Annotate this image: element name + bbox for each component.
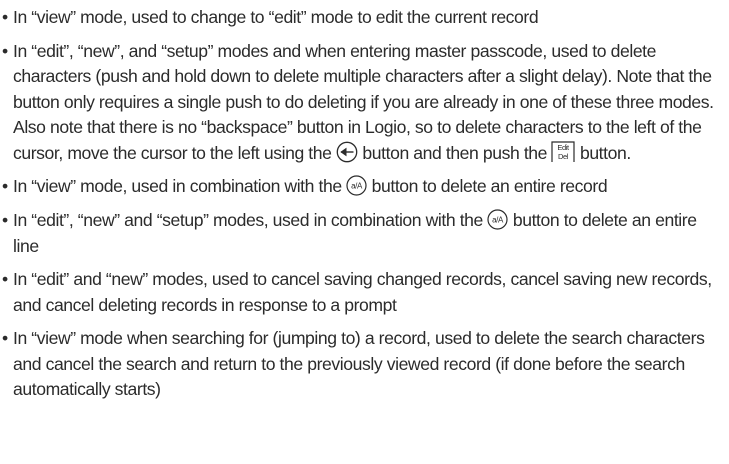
item-text: In “edit” and “new” modes, used to cance… xyxy=(13,269,712,315)
list-item: • In “edit”, “new” and “setup” modes, us… xyxy=(2,208,724,259)
item-text: In “view” mode, used in combination with… xyxy=(13,176,347,197)
bullet-dot: • xyxy=(2,328,8,349)
bullet-dot: • xyxy=(2,7,8,27)
item-text: button to delete an entire record xyxy=(367,176,608,197)
list-item: • In “view” mode, used in combination wi… xyxy=(2,174,724,200)
bullet-dot: • xyxy=(2,269,8,290)
list-item: • In “view” mode, used to change to “edi… xyxy=(2,5,724,31)
edit-del-button-icon: Edit Del xyxy=(551,141,576,163)
list-item: • In “edit”, “new”, and “setup” modes an… xyxy=(2,39,724,167)
bullet-list: • In “view” mode, used to change to “edi… xyxy=(2,5,724,403)
case-toggle-button-icon: a/A xyxy=(346,175,367,196)
item-text: In “view” mode, used to change to “edit”… xyxy=(13,7,539,27)
list-item: • In “view” mode when searching for (jum… xyxy=(2,326,724,403)
item-text: In “edit”, “new” and “setup” modes, used… xyxy=(13,210,488,231)
list-item: • In “edit” and “new” modes, used to can… xyxy=(2,267,724,318)
del-label: Del xyxy=(558,152,569,161)
bullet-dot: • xyxy=(2,40,8,61)
case-toggle-button-icon: a/A xyxy=(487,209,508,230)
item-text: In “view” mode when searching for (jumpi… xyxy=(13,328,705,400)
bullet-dot: • xyxy=(2,210,8,231)
left-arrow-button-icon xyxy=(336,141,358,163)
item-text: button and then push the xyxy=(357,142,552,163)
case-label: a/A xyxy=(493,216,505,225)
manual-page: • In “view” mode, used to change to “edi… xyxy=(2,5,724,411)
item-text: button. xyxy=(575,142,631,163)
bullet-dot: • xyxy=(2,176,8,197)
case-label: a/A xyxy=(351,182,363,191)
edit-label: Edit xyxy=(558,143,571,152)
